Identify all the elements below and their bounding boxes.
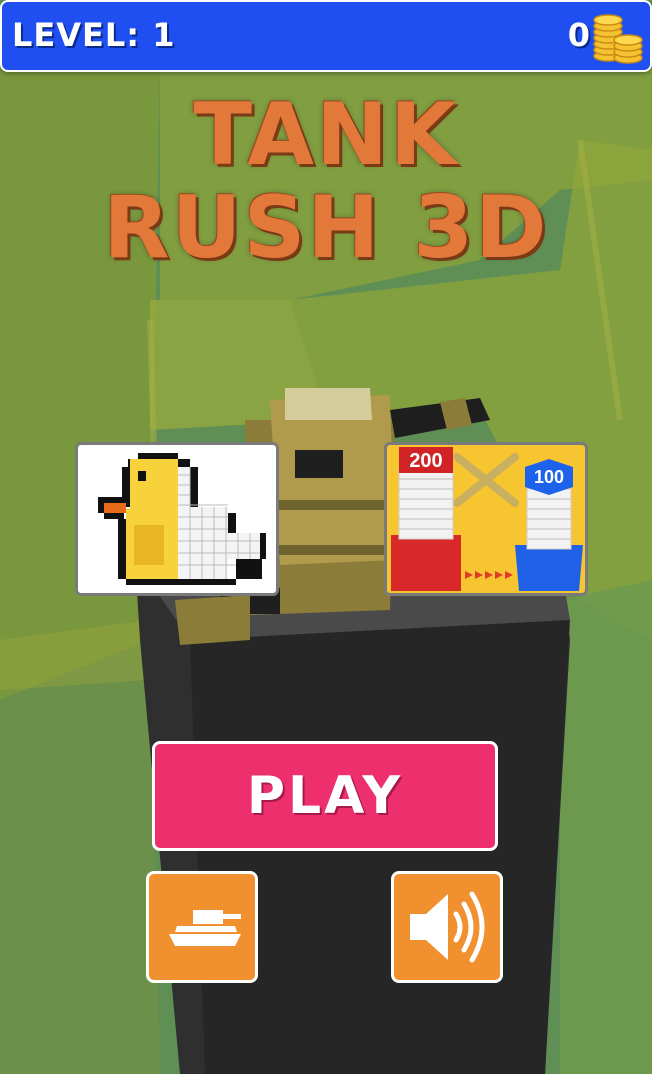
red-stack-value: 200 (409, 450, 442, 472)
top-bar: LEVEL: 1 0 (0, 0, 652, 72)
level-label: LEVEL: 1 (12, 16, 176, 54)
pixel-duck-icon (98, 453, 266, 585)
tank-icon (169, 910, 241, 946)
promo-pixel-duck-game[interactable] (75, 442, 279, 596)
coin-stack-icon (593, 14, 643, 64)
tank-select-button[interactable] (146, 871, 258, 983)
game-title-line1: TANK (193, 85, 459, 185)
play-button-label: PLAY (246, 766, 404, 826)
stack-battle-icon: 200 100 (391, 447, 583, 591)
blue-stack-value: 100 (534, 467, 564, 487)
play-button[interactable]: PLAY (152, 741, 498, 851)
promo-stack-battle-game[interactable]: 200 100 (384, 442, 588, 596)
game-title-line2: RUSH 3D (103, 178, 549, 278)
coin-count: 0 (567, 16, 590, 54)
speaker-icon (410, 891, 485, 963)
sound-toggle-button[interactable] (391, 871, 503, 983)
